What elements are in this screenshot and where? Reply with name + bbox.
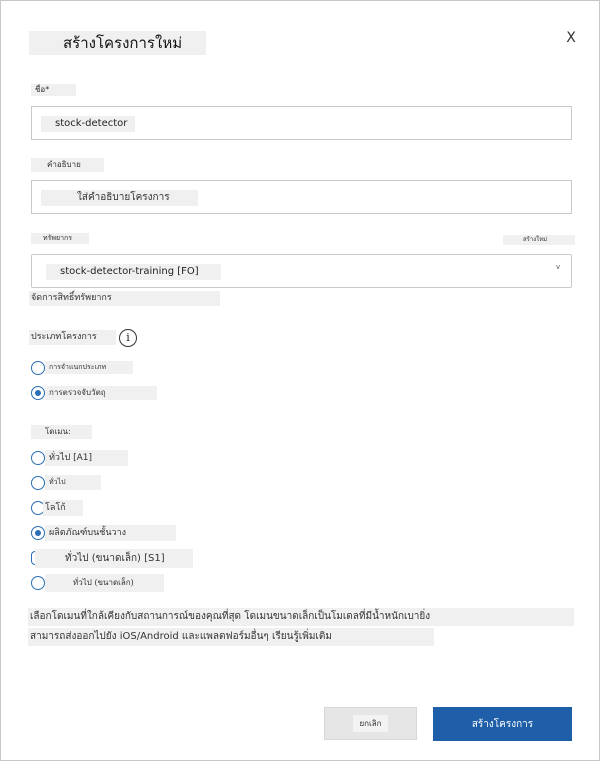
- radio-domain-general-compact[interactable]: [31, 576, 45, 590]
- create-project-button-label: สร้างโครงการ: [471, 718, 534, 730]
- radio-domain-general-compact-label: ทั่วไป (ขนาดเล็ก): [45, 574, 164, 592]
- name-label: ชื่อ*: [31, 84, 76, 96]
- create-project-button[interactable]: สร้างโครงการ: [433, 707, 572, 741]
- domain-help-text-line2: สามารถส่งออกไปยัง iOS/Android และแพลตฟอร…: [28, 628, 434, 646]
- radio-domain-general-label: ทั่วไป: [45, 475, 101, 490]
- radio-domain-general-compact-s1-label: ทั่วไป (ขนาดเล็ก) [S1]: [35, 549, 193, 568]
- description-label: คำอธิบาย: [31, 158, 104, 172]
- description-placeholder: ใส่คำอธิบายโครงการ: [41, 190, 198, 206]
- radio-object-detection[interactable]: [31, 386, 45, 400]
- chevron-down-icon[interactable]: v: [556, 263, 560, 271]
- new-project-dialog: สร้างโครงการใหม่ X ชื่อ* stock-detector …: [0, 0, 600, 761]
- resource-label: ทรัพยากร: [31, 233, 89, 244]
- resource-dropdown[interactable]: stock-detector-training [FO]: [31, 254, 572, 288]
- name-value: stock-detector: [41, 116, 135, 132]
- cancel-button-label: ยกเลิก: [353, 715, 388, 732]
- resource-selected: stock-detector-training [FO]: [46, 264, 221, 280]
- radio-object-detection-label: การตรวจจับวัตถุ: [45, 386, 157, 400]
- domain-help-text-line1: เลือกโดเมนที่ใกล้เคียงกับสถานการณ์ของคุณ…: [28, 608, 574, 626]
- radio-domain-logo-label: โลโก้: [43, 500, 83, 516]
- domain-label: โดเมน:: [31, 425, 92, 439]
- radio-domain-general-a1[interactable]: [31, 451, 45, 465]
- project-type-label: ประเภทโครงการ: [29, 330, 116, 345]
- info-icon[interactable]: i: [119, 329, 137, 347]
- radio-domain-retail-label: ผลิตภัณฑ์บนชั้นวาง: [45, 525, 176, 541]
- manage-resource-permissions-link[interactable]: จัดการสิทธิ์ทรัพยากร: [29, 291, 220, 306]
- radio-domain-general-a1-label: ทั่วไป [A1]: [45, 450, 128, 466]
- cancel-button[interactable]: ยกเลิก: [324, 707, 417, 740]
- dialog-title: สร้างโครงการใหม่: [29, 31, 206, 55]
- name-field[interactable]: stock-detector: [31, 106, 572, 140]
- create-resource-link[interactable]: สร้างใหม่: [503, 235, 575, 245]
- description-field[interactable]: ใส่คำอธิบายโครงการ: [31, 180, 572, 214]
- close-button[interactable]: X: [563, 28, 579, 48]
- radio-domain-retail[interactable]: [31, 526, 45, 540]
- radio-classification-label: การจำแนกประเภท: [45, 361, 133, 374]
- radio-domain-general[interactable]: [31, 476, 45, 490]
- radio-classification[interactable]: [31, 361, 45, 375]
